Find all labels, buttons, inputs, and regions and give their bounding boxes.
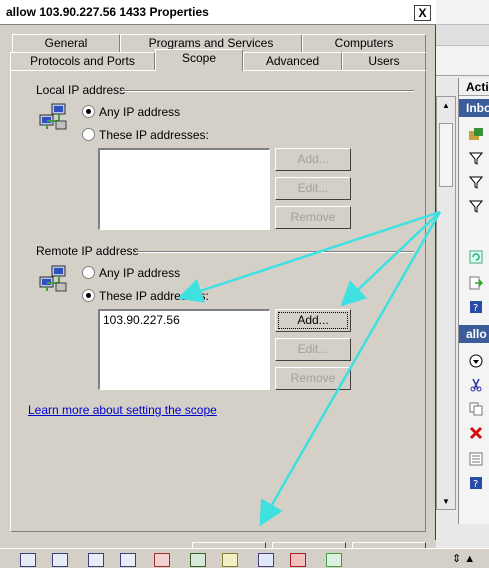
- arrow-to-add-button: [340, 211, 441, 307]
- arrow-to-remote-ip-label: [177, 210, 441, 303]
- taskbar-window-icon-1[interactable]: [20, 553, 36, 567]
- taskbar-window-icon-4[interactable]: [120, 553, 136, 567]
- taskbar-app-icon-7[interactable]: [222, 553, 238, 567]
- taskbar: ⇕ ▲: [0, 548, 489, 568]
- arrow-to-ok-button: [259, 211, 442, 527]
- tray-expand-icon[interactable]: ⇕ ▲: [452, 552, 488, 568]
- taskbar-app-icon-10[interactable]: [326, 553, 342, 567]
- taskbar-app-icon-9[interactable]: [290, 553, 306, 567]
- taskbar-app-icon-6[interactable]: [190, 553, 206, 567]
- annotation-arrows: [177, 210, 442, 527]
- taskbar-window-icon-3[interactable]: [88, 553, 104, 567]
- taskbar-window-icon-2[interactable]: [52, 553, 68, 567]
- taskbar-app-icon-8[interactable]: [258, 553, 274, 567]
- taskbar-app-icon-5[interactable]: [154, 553, 170, 567]
- tab-scope[interactable]: Scope: [155, 49, 243, 71]
